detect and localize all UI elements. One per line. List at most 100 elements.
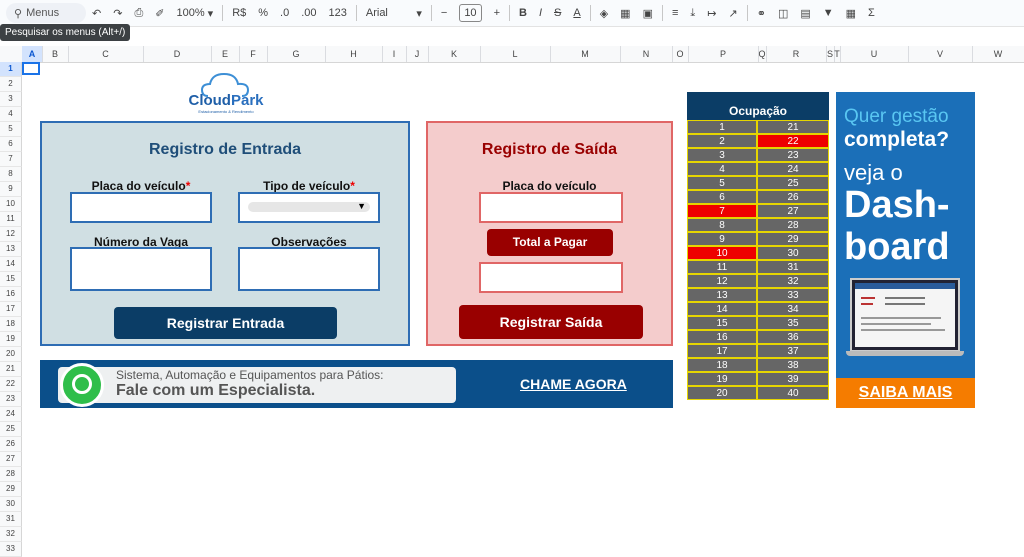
align-vertical-icon[interactable]: ⤓	[684, 0, 701, 26]
row-header[interactable]: 16	[0, 287, 22, 302]
row-header[interactable]: 32	[0, 527, 22, 542]
registrar-entrada-button[interactable]: Registrar Entrada	[114, 307, 337, 339]
decrease-decimal-button[interactable]: .0	[274, 0, 295, 26]
tipo-veiculo-select[interactable]: ▼	[238, 192, 380, 223]
bold-button[interactable]: B	[513, 0, 533, 26]
borders-icon[interactable]: ▦	[614, 0, 636, 26]
column-header[interactable]: K	[428, 46, 481, 62]
row-header[interactable]: 7	[0, 152, 22, 167]
percent-button[interactable]: %	[252, 0, 274, 26]
placa-saida-input[interactable]	[479, 192, 623, 223]
link-icon[interactable]: ⚭	[751, 0, 772, 26]
text-rotation-icon[interactable]: ↗	[723, 0, 744, 26]
row-header[interactable]: 14	[0, 257, 22, 272]
row-header[interactable]: 19	[0, 332, 22, 347]
strikethrough-button[interactable]: S	[548, 0, 567, 26]
column-header[interactable]: J	[406, 46, 429, 62]
font-size-input[interactable]: 10	[453, 0, 487, 26]
column-header[interactable]: F	[239, 46, 268, 62]
row-header[interactable]: 22	[0, 377, 22, 392]
row-header[interactable]: 10	[0, 197, 22, 212]
zoom-select[interactable]: 100% ▾	[170, 0, 219, 26]
align-horizontal-icon[interactable]: ≡	[666, 0, 684, 26]
row-header[interactable]: 15	[0, 272, 22, 287]
functions-button[interactable]: Σ	[862, 0, 881, 26]
comment-icon[interactable]: ◫	[772, 0, 794, 26]
column-header[interactable]: V	[908, 46, 973, 62]
italic-button[interactable]: I	[533, 0, 548, 26]
column-header[interactable]: U	[840, 46, 909, 62]
chart-icon[interactable]: ▤	[794, 0, 816, 26]
registrar-saida-button[interactable]: Registrar Saída	[459, 305, 643, 339]
merge-cells-icon[interactable]: ▣	[637, 0, 659, 26]
menus-search[interactable]: ⚲ Menus	[6, 3, 86, 23]
row-header[interactable]: 30	[0, 497, 22, 512]
fill-color-icon[interactable]: ◈	[594, 0, 614, 26]
column-header[interactable]: I	[382, 46, 407, 62]
row-header[interactable]: 2	[0, 77, 22, 92]
filter-icon[interactable]: ▼	[817, 0, 840, 26]
column-header[interactable]: O	[672, 46, 689, 62]
paint-format-icon[interactable]: ✐	[149, 0, 170, 26]
column-header[interactable]: G	[267, 46, 326, 62]
logo-subtitle: Estacionamento & Rendimento	[198, 109, 254, 114]
row-header[interactable]: 11	[0, 212, 22, 227]
total-a-pagar-button[interactable]: Total a Pagar	[487, 229, 613, 256]
column-header[interactable]: P	[688, 46, 759, 62]
row-header[interactable]: 18	[0, 317, 22, 332]
text-wrap-icon[interactable]: ↦	[701, 0, 722, 26]
row-header[interactable]: 26	[0, 437, 22, 452]
row-header[interactable]: 20	[0, 347, 22, 362]
print-icon[interactable]: ⎙	[128, 0, 149, 26]
row-header[interactable]: 29	[0, 482, 22, 497]
font-size-decrease-button[interactable]: −	[435, 0, 453, 26]
font-select[interactable]: Arial ▾	[360, 0, 428, 26]
column-header[interactable]: H	[325, 46, 383, 62]
observacoes-input[interactable]	[238, 247, 380, 291]
increase-decimal-button[interactable]: .00	[295, 0, 322, 26]
row-header[interactable]: 25	[0, 422, 22, 437]
column-header[interactable]: N	[620, 46, 673, 62]
redo-icon[interactable]: ↷	[107, 0, 128, 26]
column-header[interactable]: W	[972, 46, 1024, 62]
currency-button[interactable]: R$	[226, 0, 252, 26]
number-format-button[interactable]: 123	[323, 0, 353, 26]
row-header[interactable]: 28	[0, 467, 22, 482]
row-header[interactable]: 3	[0, 92, 22, 107]
row-header[interactable]: 17	[0, 302, 22, 317]
column-header[interactable]: A	[22, 46, 43, 62]
font-size-increase-button[interactable]: +	[488, 0, 506, 26]
row-header[interactable]: 21	[0, 362, 22, 377]
placa-entrada-input[interactable]	[70, 192, 212, 223]
numero-vaga-input[interactable]	[70, 247, 212, 291]
row-header[interactable]: 9	[0, 182, 22, 197]
row-header[interactable]: 6	[0, 137, 22, 152]
tipo-label: Tipo de veículo*	[238, 179, 380, 193]
column-header[interactable]: C	[68, 46, 144, 62]
chame-agora-link[interactable]: CHAME AGORA	[520, 376, 627, 392]
column-header[interactable]: M	[550, 46, 621, 62]
row-header[interactable]: 4	[0, 107, 22, 122]
text-color-button[interactable]: A	[567, 0, 586, 26]
row-header[interactable]: 33	[0, 542, 22, 557]
whatsapp-banner[interactable]: Sistema, Automação e Equipamentos para P…	[40, 360, 673, 408]
column-header[interactable]: D	[143, 46, 212, 62]
row-header[interactable]: 13	[0, 242, 22, 257]
column-header[interactable]: B	[42, 46, 69, 62]
select-all-corner[interactable]	[0, 46, 23, 62]
row-header[interactable]: 24	[0, 407, 22, 422]
row-header[interactable]: 27	[0, 452, 22, 467]
row-header[interactable]: 8	[0, 167, 22, 182]
row-header[interactable]: 23	[0, 392, 22, 407]
selected-cell-a1[interactable]	[22, 62, 40, 75]
column-header[interactable]: E	[211, 46, 240, 62]
row-header[interactable]: 31	[0, 512, 22, 527]
row-header[interactable]: 1	[0, 62, 22, 77]
column-header[interactable]: R	[766, 46, 827, 62]
row-header[interactable]: 5	[0, 122, 22, 137]
row-header[interactable]: 12	[0, 227, 22, 242]
filter-views-icon[interactable]: ▦	[840, 0, 862, 26]
column-header[interactable]: L	[480, 46, 551, 62]
undo-icon[interactable]: ↶	[86, 0, 107, 26]
saiba-mais-button[interactable]: SAIBA MAIS	[836, 378, 975, 408]
